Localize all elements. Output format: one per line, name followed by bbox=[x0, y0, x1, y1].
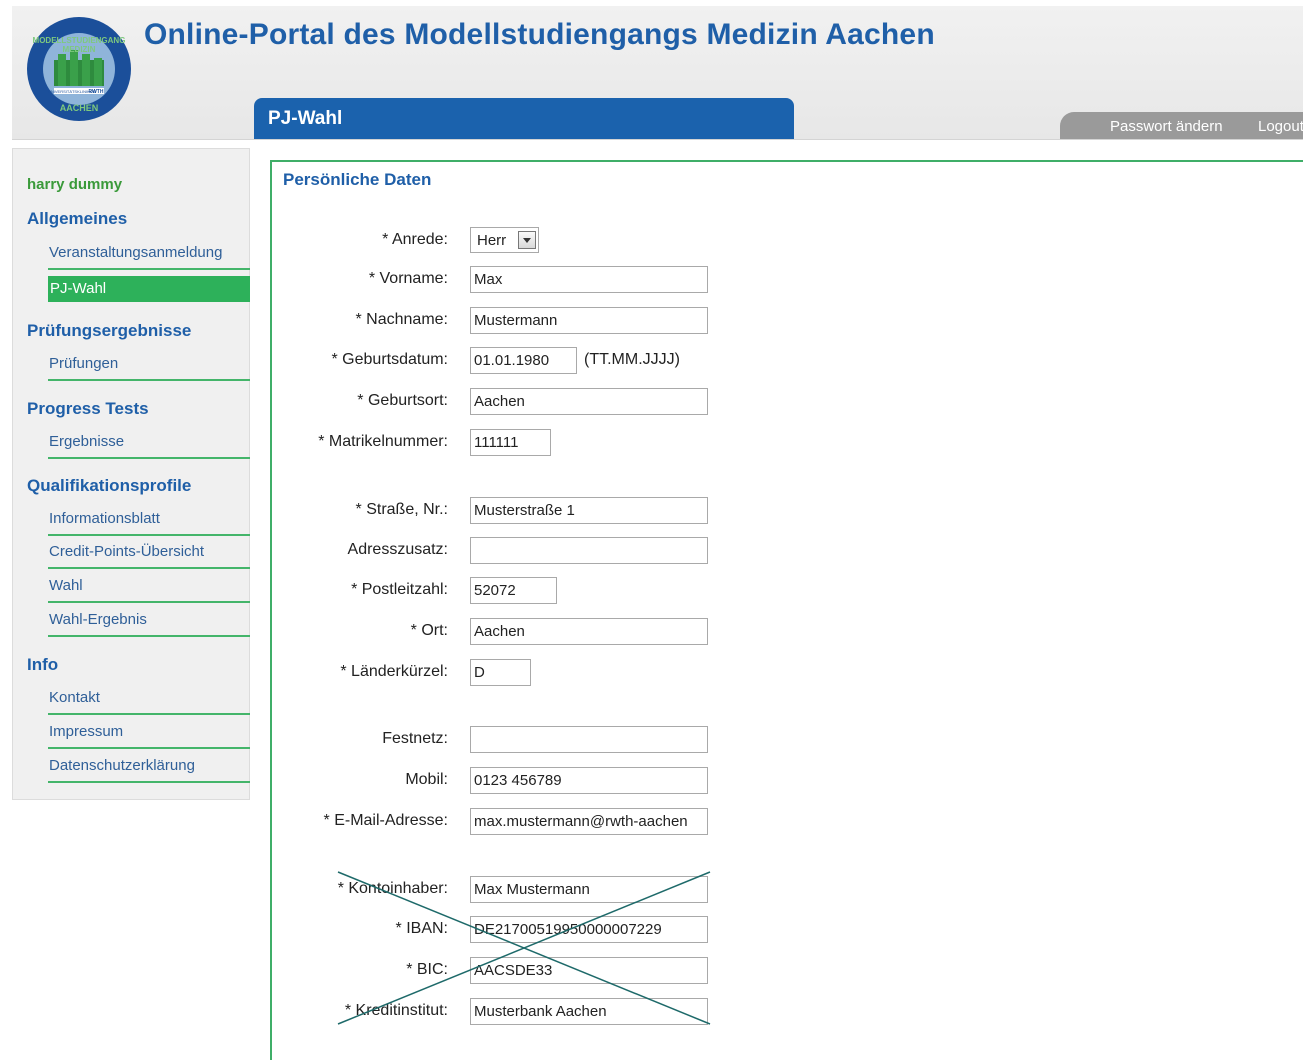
header: MODELLSTUDIENGANG MEDIZIN AACHEN UNIVERS… bbox=[12, 6, 1303, 140]
page-tab-label: PJ-Wahl bbox=[268, 108, 343, 129]
mobil-input[interactable] bbox=[470, 767, 708, 794]
svg-text:MEDIZIN: MEDIZIN bbox=[63, 45, 96, 54]
festnetz-label: Festnetz: bbox=[382, 730, 448, 747]
chevron-down-icon[interactable] bbox=[518, 231, 536, 249]
ort-input[interactable] bbox=[470, 618, 708, 645]
adresszusatz-label: Adresszusatz: bbox=[347, 541, 448, 558]
svg-text:AACHEN: AACHEN bbox=[60, 103, 99, 113]
matrikelnummer-input[interactable] bbox=[470, 429, 551, 456]
geburtsort-input[interactable] bbox=[470, 388, 708, 415]
mobil-label: Mobil: bbox=[405, 771, 448, 788]
sidebar-item-ergebnisse[interactable]: Ergebnisse bbox=[48, 427, 250, 459]
sidebar-item-wahl[interactable]: Wahl bbox=[48, 571, 250, 603]
svg-text:RWTH: RWTH bbox=[89, 89, 104, 95]
anrede-select[interactable]: Herr bbox=[470, 227, 539, 253]
festnetz-input[interactable] bbox=[470, 726, 708, 753]
laenderkuerzel-label: * Länderkürzel: bbox=[340, 663, 448, 680]
bank-section-strikethrough bbox=[337, 871, 711, 1025]
page-tab-pj-wahl: PJ-Wahl bbox=[254, 98, 794, 139]
sidebar-item-veranstaltungsanmeldung[interactable]: Veranstaltungsanmeldung bbox=[48, 238, 250, 270]
postleitzahl-label: * Postleitzahl: bbox=[351, 581, 448, 598]
section-title: Persönliche Daten bbox=[283, 170, 432, 189]
email-label: * E-Mail-Adresse: bbox=[323, 812, 448, 829]
sidebar-item-informationsblatt[interactable]: Informationsblatt bbox=[48, 504, 250, 536]
svg-text:MODELLSTUDIENGANG: MODELLSTUDIENGANG bbox=[33, 36, 126, 45]
geburtsdatum-label: * Geburtsdatum: bbox=[331, 351, 449, 368]
sidebar: harry dummy Allgemeines Veranstaltungsan… bbox=[12, 148, 250, 800]
sidebar-item-datenschutzerklaerung[interactable]: Datenschutzerklärung bbox=[48, 751, 250, 783]
laenderkuerzel-input[interactable] bbox=[470, 659, 531, 686]
user-name: harry dummy bbox=[27, 176, 123, 193]
sidebar-section-info: Info bbox=[27, 655, 59, 674]
logout-link[interactable]: Logout bbox=[1258, 118, 1303, 135]
sidebar-item-pj-wahl[interactable]: PJ-Wahl bbox=[48, 276, 250, 302]
sidebar-section-pruefungsergebnisse: Prüfungsergebnisse bbox=[27, 321, 192, 340]
geburtsdatum-input[interactable] bbox=[470, 347, 577, 374]
geburtsort-label: * Geburtsort: bbox=[357, 392, 448, 409]
sidebar-item-credit-points-uebersicht[interactable]: Credit-Points-Übersicht bbox=[48, 537, 250, 569]
account-bar: Passwort ändern Logout bbox=[1060, 112, 1303, 139]
portal-title: Online-Portal des Modellstudiengangs Med… bbox=[144, 18, 935, 51]
anrede-label: * Anrede: bbox=[382, 231, 448, 248]
sidebar-section-qualifikationsprofile: Qualifikationsprofile bbox=[27, 476, 192, 495]
adresszusatz-input[interactable] bbox=[470, 537, 708, 564]
email-input[interactable] bbox=[470, 808, 708, 835]
ort-label: * Ort: bbox=[410, 622, 448, 639]
change-password-link[interactable]: Passwort ändern bbox=[1110, 118, 1223, 135]
geburtsdatum-format-hint: (TT.MM.JJJJ) bbox=[584, 351, 680, 368]
sidebar-item-impressum[interactable]: Impressum bbox=[48, 717, 250, 749]
anrede-value: Herr bbox=[477, 232, 507, 249]
matrikelnummer-label: * Matrikelnummer: bbox=[318, 433, 448, 450]
strasse-label: * Straße, Nr.: bbox=[355, 501, 448, 518]
vorname-label: * Vorname: bbox=[368, 270, 448, 287]
faculty-logo: MODELLSTUDIENGANG MEDIZIN AACHEN UNIVERS… bbox=[27, 17, 131, 121]
sidebar-section-allgemeines: Allgemeines bbox=[27, 209, 128, 228]
strasse-input[interactable] bbox=[470, 497, 708, 524]
nachname-input[interactable] bbox=[470, 307, 708, 334]
sidebar-section-progress-tests: Progress Tests bbox=[27, 399, 149, 418]
postleitzahl-input[interactable] bbox=[470, 577, 557, 604]
vorname-input[interactable] bbox=[470, 266, 708, 293]
sidebar-item-kontakt[interactable]: Kontakt bbox=[48, 683, 250, 715]
sidebar-item-pruefungen[interactable]: Prüfungen bbox=[48, 349, 250, 381]
nachname-label: * Nachname: bbox=[355, 311, 449, 328]
sidebar-item-wahl-ergebnis[interactable]: Wahl-Ergebnis bbox=[48, 605, 250, 637]
